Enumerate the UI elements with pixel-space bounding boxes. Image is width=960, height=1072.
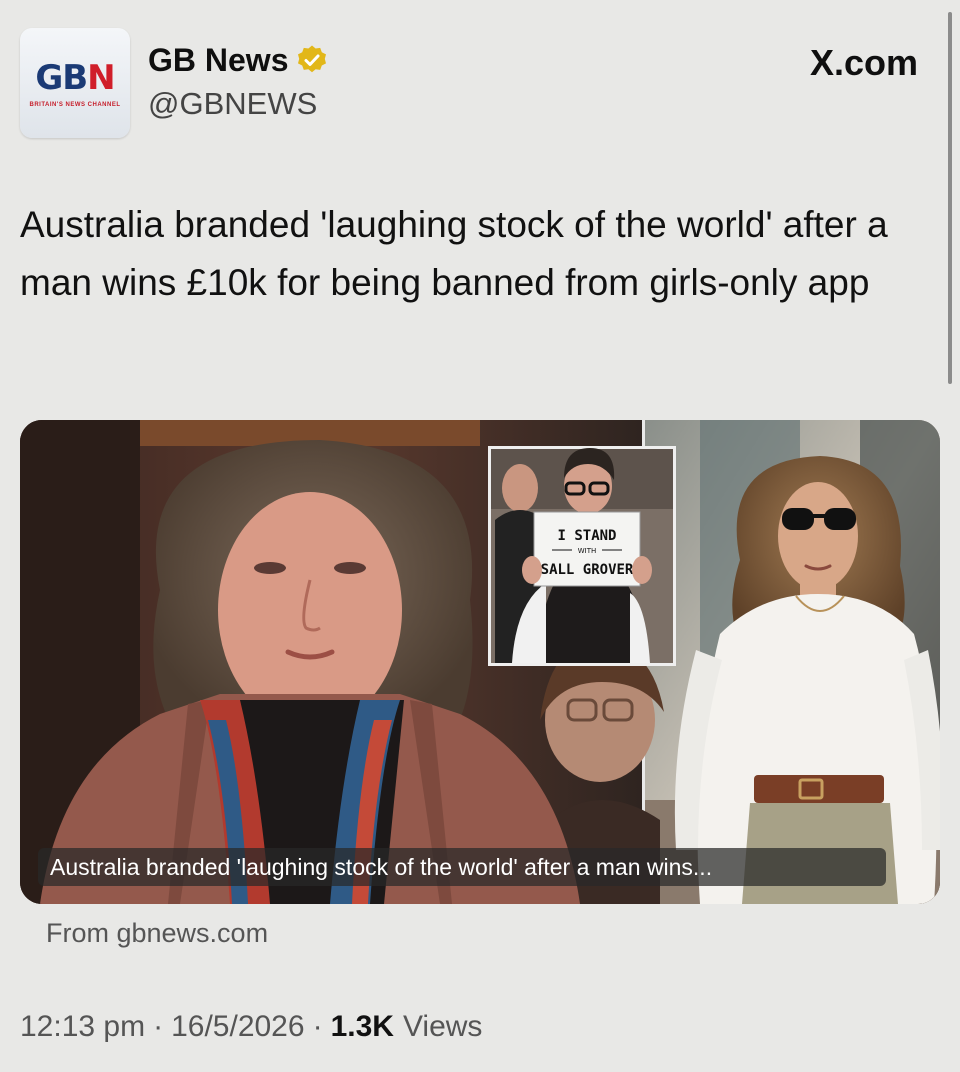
separator-dot: · (312, 1010, 323, 1043)
author-handle[interactable]: @GBNEWS (148, 86, 317, 122)
link-card-image[interactable]: I STAND WITH SALL GROVER Australia brand… (20, 420, 940, 904)
post-time[interactable]: 12:13 pm (20, 1010, 145, 1044)
link-source-domain[interactable]: From gbnews.com (46, 918, 268, 949)
avatar[interactable]: GBN BRITAIN'S NEWS CHANNEL (20, 28, 130, 138)
post-card: GBN BRITAIN'S NEWS CHANNEL GB News @GBNE… (0, 0, 960, 1072)
sign-text-line2: WITH (578, 547, 597, 555)
logo-tagline: BRITAIN'S NEWS CHANNEL (29, 102, 121, 108)
post-metadata: 12:13 pm · 16/5/2026 · 1.3K Views (20, 1010, 482, 1044)
sign-text-line3: SALL GROVER (541, 562, 634, 578)
verified-badge-icon (296, 44, 328, 76)
separator-dot: · (153, 1010, 164, 1043)
source-label: X.com (809, 42, 918, 83)
views-label: Views (402, 1010, 483, 1043)
link-card-caption: Australia branded 'laughing stock of the… (38, 848, 886, 886)
post-date[interactable]: 16/5/2026 (171, 1010, 304, 1044)
author-name-row[interactable]: GB News (148, 40, 328, 80)
gbnews-logo: GBN (35, 58, 115, 98)
sign-text-line1: I STAND (557, 528, 616, 544)
scrollbar[interactable] (948, 12, 952, 384)
post-text: Australia branded 'laughing stock of the… (20, 204, 888, 303)
display-name[interactable]: GB News (148, 42, 288, 79)
news-photo: I STAND WITH SALL GROVER (20, 420, 940, 904)
views-count: 1.3K (330, 1010, 394, 1043)
